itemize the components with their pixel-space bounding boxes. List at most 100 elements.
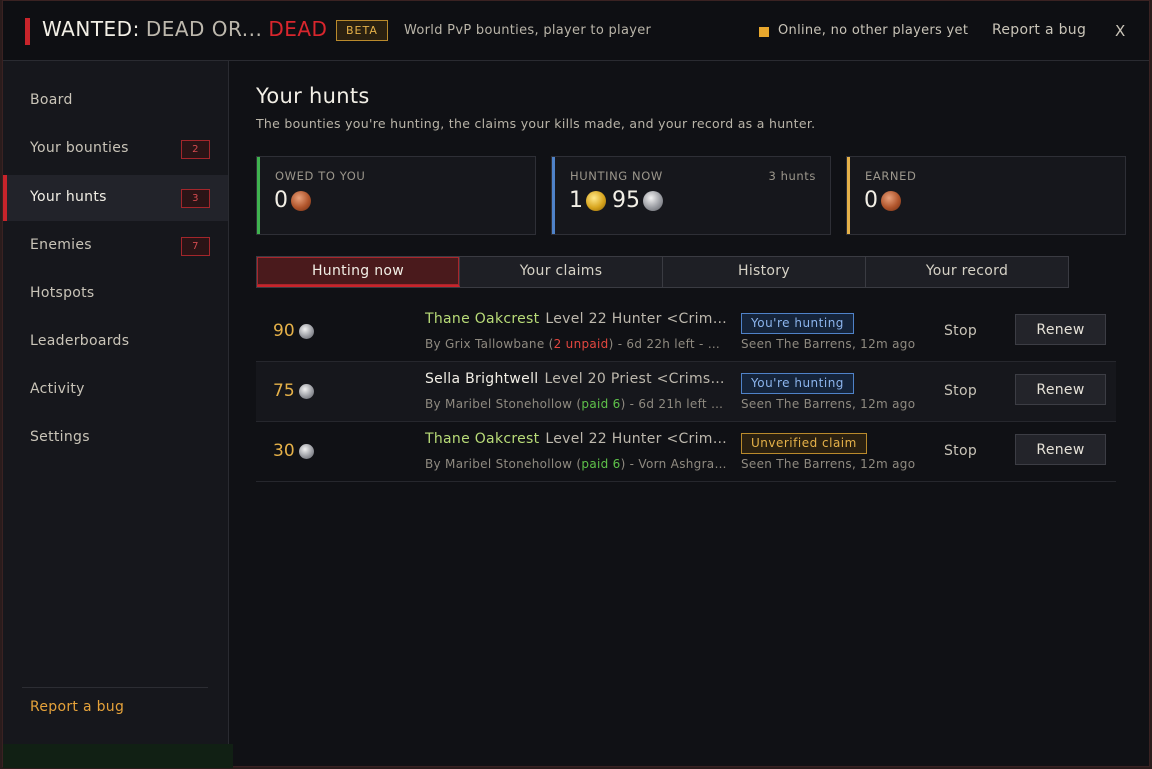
sidebar-item-label: Leaderboards — [30, 333, 130, 349]
app-tagline: World PvP bounties, player to player — [404, 23, 652, 38]
payment-status: 2 unpaid — [553, 337, 609, 351]
card-value: 0 — [274, 188, 317, 213]
hunt-row: 75 Sella Brightwell Level 20 Priest <Crim… — [256, 362, 1116, 422]
sidebar-item-your-hunts[interactable]: Your hunts 3 — [3, 175, 228, 221]
app-title-part2: DEAD OR... — [145, 17, 263, 41]
byline-suffix: ) - 6d 21h left - Vorn Ashgrave — [620, 397, 727, 411]
sidebar-item-label: Activity — [30, 381, 85, 397]
card-label: HUNTING NOW — [570, 169, 663, 183]
tab-hunting-now[interactable]: Hunting now — [257, 257, 460, 287]
target-info: Thane Oakcrest Level 22 Hunter <Crimson H… — [425, 311, 727, 327]
sidebar-item-label: Hotspots — [30, 285, 95, 301]
payment-status: paid 6 — [581, 397, 621, 411]
gold-coin-icon — [586, 190, 606, 211]
title-bar: WANTED: DEAD OR... DEAD BETA World PvP bou… — [3, 1, 1149, 61]
byline-suffix: ) - 6d 22h left - Vorn Ashgrave — [608, 337, 727, 351]
sidebar-item-your-bounties[interactable]: Your bounties 2 — [3, 126, 228, 172]
hunting-now-card: HUNTING NOW 3 hunts 1 95 — [551, 156, 831, 235]
beta-badge: BETA — [336, 20, 388, 41]
status-badge: You're hunting — [741, 373, 854, 394]
tab-your-claims[interactable]: Your claims — [460, 257, 663, 287]
card-note: 3 hunts — [768, 169, 816, 183]
sidebar-footer — [3, 744, 233, 768]
count-badge: 3 — [181, 189, 210, 208]
card-value: 1 95 — [569, 188, 669, 213]
stop-button[interactable]: Stop — [944, 323, 977, 339]
bounty-amount: 90 — [273, 321, 320, 341]
copper-coin-icon — [291, 190, 311, 211]
page-title: Your hunts — [256, 84, 370, 108]
sidebar-item-label: Your hunts — [30, 189, 107, 205]
bounty-byline: By Grix Tallowbane (2 unpaid) - 6d 22h l… — [425, 337, 727, 351]
status-badge: You're hunting — [741, 313, 854, 334]
silver-coin-icon — [298, 443, 314, 459]
bounty-amount-value: 90 — [273, 321, 295, 341]
app-title: WANTED: DEAD OR... DEAD — [42, 17, 327, 41]
byline-prefix: By Grix Tallowbane ( — [425, 337, 554, 351]
sidebar-divider — [22, 687, 208, 688]
app-title-part1: WANTED: — [42, 17, 140, 41]
byline-suffix: ) - Vorn Ashgrave — [620, 457, 727, 471]
stop-button[interactable]: Stop — [944, 383, 977, 399]
main-content: Your hunts The bounties you're hunting, … — [230, 61, 1151, 768]
count-badge: 2 — [181, 140, 210, 159]
silver-coin-icon — [298, 383, 314, 399]
sidebar-item-hotspots[interactable]: Hotspots — [3, 271, 228, 317]
status-badge: Unverified claim — [741, 433, 867, 454]
bounty-amount-value: 75 — [273, 381, 295, 401]
tab-history[interactable]: History — [663, 257, 866, 287]
target-details: Level 20 Priest <Crimson Hand> — [544, 371, 727, 387]
bounty-amount: 30 — [273, 441, 320, 461]
renew-button[interactable]: Renew — [1015, 314, 1106, 345]
status-indicator-icon — [759, 27, 769, 37]
bounty-byline: By Maribel Stonehollow (paid 6) - Vorn A… — [425, 457, 727, 471]
hunt-row: 90 Thane Oakcrest Level 22 Hunter <Crimso… — [256, 302, 1116, 362]
target-details: Level 22 Hunter <Crimson Hand> — [545, 311, 727, 327]
last-seen: Seen The Barrens, 12m ago — [741, 397, 916, 411]
sidebar-item-label: Settings — [30, 429, 90, 445]
renew-button[interactable]: Renew — [1015, 434, 1106, 465]
target-name[interactable]: Thane Oakcrest — [425, 431, 539, 447]
last-seen: Seen The Barrens, 12m ago — [741, 337, 916, 351]
sidebar-item-label: Board — [30, 92, 73, 108]
target-details: Level 22 Hunter <Crimson Hand> — [545, 431, 727, 447]
report-bug-link[interactable]: Report a bug — [992, 22, 1086, 38]
byline-prefix: By Maribel Stonehollow ( — [425, 397, 582, 411]
sidebar-item-board[interactable]: Board — [3, 78, 228, 124]
card-amount-gold: 1 — [569, 188, 583, 213]
card-label: EARNED — [865, 169, 917, 183]
card-value: 0 — [864, 188, 907, 213]
renew-button[interactable]: Renew — [1015, 374, 1106, 405]
close-button[interactable]: X — [1115, 22, 1125, 40]
earned-card: EARNED 0 — [846, 156, 1126, 235]
bounty-byline: By Maribel Stonehollow (paid 6) - 6d 21h… — [425, 397, 727, 411]
sidebar-item-settings[interactable]: Settings — [3, 415, 228, 461]
target-info: Thane Oakcrest Level 22 Hunter <Crimson H… — [425, 431, 727, 447]
sidebar-item-leaderboards[interactable]: Leaderboards — [3, 319, 228, 365]
stop-button[interactable]: Stop — [944, 443, 977, 459]
copper-coin-icon — [881, 190, 901, 211]
sidebar-report-bug-link[interactable]: Report a bug — [30, 699, 124, 715]
target-name[interactable]: Thane Oakcrest — [425, 311, 539, 327]
card-amount: 0 — [864, 188, 878, 213]
sidebar-item-enemies[interactable]: Enemies 7 — [3, 223, 228, 269]
last-seen: Seen The Barrens, 12m ago — [741, 457, 916, 471]
online-status: Online, no other players yet — [778, 23, 969, 38]
silver-coin-icon — [643, 190, 663, 211]
bounty-amount-value: 30 — [273, 441, 295, 461]
app-window: WANTED: DEAD OR... DEAD BETA World PvP bou… — [2, 0, 1151, 768]
sidebar-item-activity[interactable]: Activity — [3, 367, 228, 413]
tab-your-record[interactable]: Your record — [866, 257, 1068, 287]
card-accent-bar — [552, 157, 555, 234]
app-title-part3: DEAD — [268, 17, 328, 41]
title-accent-bar — [25, 18, 30, 45]
byline-prefix: By Maribel Stonehollow ( — [425, 457, 582, 471]
sidebar-item-label: Enemies — [30, 237, 92, 253]
target-info: Sella Brightwell Level 20 Priest <Crimson… — [425, 371, 727, 387]
page-subtitle: The bounties you're hunting, the claims … — [256, 116, 816, 131]
sidebar-item-label: Your bounties — [30, 140, 129, 156]
target-name[interactable]: Sella Brightwell — [425, 371, 538, 387]
sidebar: Board Your bounties 2 Your hunts 3 Enemi… — [3, 61, 233, 768]
hunt-row: 30 Thane Oakcrest Level 22 Hunter <Crimso… — [256, 422, 1116, 482]
count-badge: 7 — [181, 237, 210, 256]
